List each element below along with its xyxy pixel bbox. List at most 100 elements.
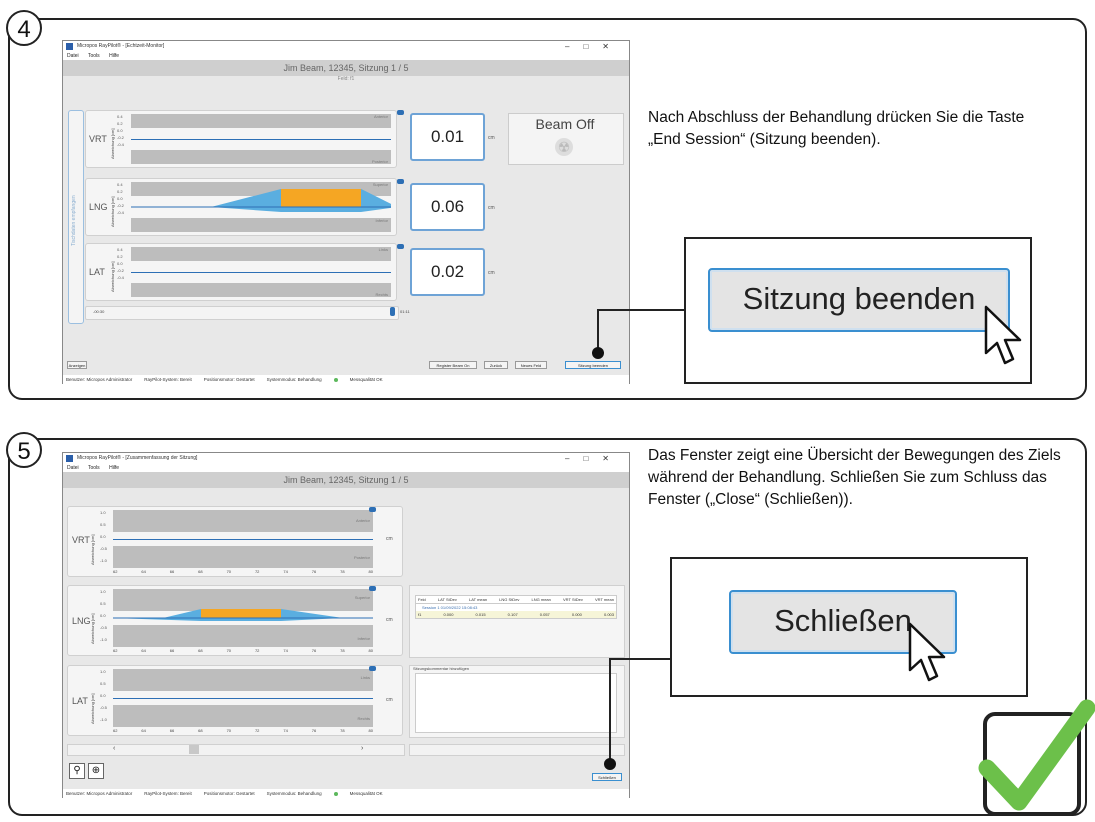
step4-number: 4: [6, 10, 42, 46]
radiation-icon: ☢: [555, 138, 573, 156]
menu-hilfe[interactable]: Hilfe: [109, 53, 119, 59]
step4-window: Micropos RayPilot® - [Echtzeit-Monitor] –…: [62, 40, 630, 384]
status-user: Benutzer: Micropos Administrator: [66, 791, 133, 796]
timeline[interactable]: [85, 306, 399, 320]
vrt-axis-name: VRT: [89, 134, 107, 144]
lat-trace: [113, 698, 373, 699]
step5-instruction: Das Fenster zeigt eine Übersicht der Bew…: [648, 447, 1061, 508]
step4-instruction: Nach Abschluss der Behandlung drücken Si…: [648, 109, 1025, 148]
table-session-row: Session 1 01/09/2022 15:08:43: [422, 605, 478, 610]
step5-leader-vertical: [609, 658, 611, 764]
menu-datei[interactable]: Datei: [67, 53, 79, 59]
lng-marker: [369, 586, 376, 591]
vrt-marker: [369, 507, 376, 512]
status-ok-icon: [333, 791, 338, 796]
window-controls[interactable]: –□✕: [565, 453, 623, 464]
lng-unit: cm: [488, 205, 495, 211]
step4-callout-button[interactable]: Sitzung beenden: [708, 268, 1010, 332]
vrt-trace: [113, 539, 373, 540]
step4-leader-horizontal: [597, 309, 685, 311]
summary-table: Feld LAT StDev LAT mean LNG StDev LNG mean VR…: [415, 595, 617, 619]
menu-hilfe[interactable]: Hilfe: [109, 465, 119, 471]
lat-y-label: Abweichung [cm]: [90, 693, 95, 724]
menu-tools[interactable]: Tools: [88, 53, 100, 59]
vrt-y-label: Abweichung [cm]: [90, 534, 95, 565]
lng-axis-name: LNG: [89, 202, 108, 212]
lat-unit: cm: [386, 697, 393, 703]
cursor-icon: [984, 305, 1022, 365]
timeline-end: 01:11: [400, 309, 410, 314]
step4-leader-dot: [592, 347, 604, 359]
vrt-value: 0.01: [430, 127, 465, 146]
lng-axis-name: LNG: [72, 616, 91, 626]
status-mode: Systemmodus: Behandlung: [266, 377, 322, 382]
scroll-left-icon[interactable]: ‹: [113, 745, 115, 752]
show-button[interactable]: Anzeigen: [67, 361, 87, 369]
scroll-right-icon[interactable]: ›: [361, 745, 363, 752]
title-bar: Micropos RayPilot® - [Echtzeit-Monitor] –…: [63, 41, 629, 52]
lat-marker: [369, 666, 376, 671]
lng-tracking-shape: [131, 189, 391, 212]
sidebar-label: Tischdaten empfangen: [71, 195, 77, 246]
lat-x-ticks: 62 64 66 68 70 72 74 76 78 80: [113, 728, 373, 733]
table-row[interactable]: f1 0.000 0.015 0.107 0.057 0.000 0.003: [416, 611, 616, 618]
status-quality: Messqualität OK: [349, 377, 383, 382]
end-session-button[interactable]: Sitzung beenden: [565, 361, 621, 369]
patient-header: Jim Beam, 12345, Sitzung 1 / 5: [63, 472, 629, 488]
vrt-bottom-band: Posterior: [131, 150, 391, 164]
lng-value: 0.06: [430, 197, 465, 216]
timeline-start: -00:30: [93, 309, 105, 314]
new-field-button[interactable]: Neues Feld: [515, 361, 547, 369]
lat-y-label: Abweichung [cm]: [110, 261, 115, 292]
zoom-out-icon[interactable]: ⚲: [69, 763, 85, 779]
scroll-thumb[interactable]: [189, 745, 199, 754]
status-quality: Messqualität OK: [349, 791, 383, 796]
vrt-bottom-band: Posterior: [113, 546, 373, 568]
status-bar: Benutzer: Micropos Administrator RayPilot…: [63, 375, 629, 384]
vrt-value-box: 0.01: [410, 113, 485, 161]
window-controls[interactable]: –□✕: [565, 41, 623, 52]
timeline-handle[interactable]: [390, 307, 395, 316]
vrt-top-band: Anterior: [131, 114, 391, 128]
checkmark-icon: [978, 699, 1095, 811]
app-icon: [66, 455, 73, 462]
status-system: RayPilot-System: Bereit: [144, 377, 192, 382]
status-bar: Benutzer: Micropos Administrator RayPilot…: [63, 789, 629, 798]
menu-datei[interactable]: Datei: [67, 465, 79, 471]
lng-y-label: Abweichung [cm]: [110, 196, 115, 227]
lat-trace: [131, 272, 391, 273]
zoom-in-icon[interactable]: ⊕: [88, 763, 104, 779]
patient-header: Jim Beam, 12345, Sitzung 1 / 5: [63, 60, 629, 76]
comment-textarea[interactable]: [415, 673, 617, 733]
lng-unit: cm: [386, 617, 393, 623]
menu-tools[interactable]: Tools: [88, 465, 100, 471]
horizontal-scrollbar[interactable]: [67, 744, 405, 756]
beam-status-label: Beam Off: [535, 116, 595, 132]
lng-y-label: Abweichung [cm]: [90, 613, 95, 644]
back-button[interactable]: Zurück: [484, 361, 508, 369]
lat-ticks: 1.0 0.5 0.0 -0.5 -1.0: [100, 669, 107, 722]
lat-value: 0.02: [430, 262, 465, 281]
step5-number: 5: [6, 432, 42, 468]
step5-window: Micropos RayPilot® - [Zusammenfassung de…: [62, 452, 630, 798]
step5-leader-dot: [604, 758, 616, 770]
right-bottom-bar: [409, 744, 625, 756]
lat-axis-name: LAT: [72, 696, 88, 706]
lng-tracking-shape: [113, 609, 373, 621]
vrt-top-band: Anterior: [113, 510, 373, 532]
lng-x-ticks: 62 64 66 68 70 72 74 76 78 80: [113, 648, 373, 653]
lat-unit: cm: [488, 270, 495, 276]
lat-bottom-band: Rechts: [113, 705, 373, 727]
title-bar: Micropos RayPilot® - [Zusammenfassung de…: [63, 453, 629, 464]
vrt-unit: cm: [386, 536, 393, 542]
close-button[interactable]: Schließen: [592, 773, 622, 781]
comment-label: Sitzungskommentar hinzufügen: [413, 666, 470, 671]
step4-callout-label: Sitzung beenden: [742, 281, 976, 316]
lng-value-box: 0.06: [410, 183, 485, 231]
window-title: Micropos RayPilot® - [Zusammenfassung de…: [77, 455, 198, 461]
lat-bottom-band: Rechts: [131, 283, 391, 297]
vrt-unit: cm: [488, 135, 495, 141]
lat-top-band: Links: [113, 669, 373, 691]
vrt-y-label: Abweichung [cm]: [110, 128, 115, 159]
register-beam-on-button[interactable]: Register Beam On: [429, 361, 477, 369]
